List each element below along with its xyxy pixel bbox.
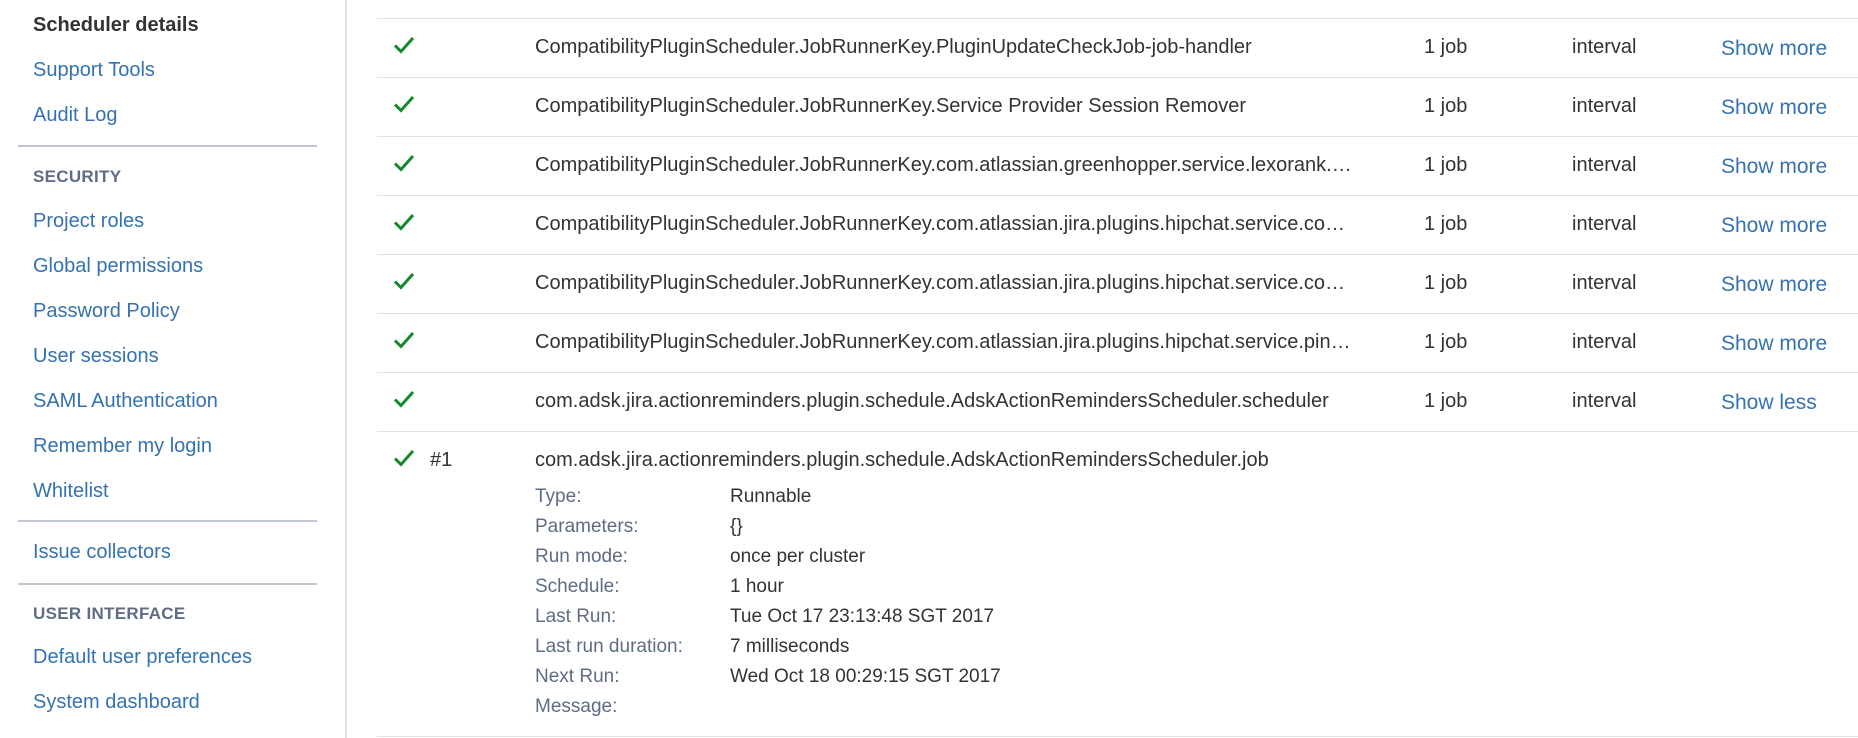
sidebar-divider xyxy=(18,520,317,522)
sidebar-divider xyxy=(18,583,317,585)
sidebar-item-audit-log[interactable]: Audit Log xyxy=(33,104,118,127)
sidebar-item-saml-authentication[interactable]: SAML Authentication xyxy=(33,390,218,413)
sidebar-item-password-policy[interactable]: Password Policy xyxy=(33,300,180,323)
sidebar-item-issue-collectors[interactable]: Issue collectors xyxy=(33,541,171,564)
detail-label-schedule: Schedule: xyxy=(535,576,620,597)
job-runner-key: CompatibilityPluginScheduler.JobRunnerKe… xyxy=(535,272,1346,294)
check-icon xyxy=(392,92,416,116)
schedule-type: interval xyxy=(1572,390,1637,412)
check-icon xyxy=(392,210,416,234)
row-divider xyxy=(377,254,1858,255)
detail-value-last-run-duration: 7 milliseconds xyxy=(730,636,850,657)
sidebar-item-project-roles[interactable]: Project roles xyxy=(33,210,144,233)
detail-label-last-run-duration: Last run duration: xyxy=(535,636,683,657)
job-runner-key: CompatibilityPluginScheduler.JobRunnerKe… xyxy=(535,331,1351,353)
job-runner-key: CompatibilityPluginScheduler.JobRunnerKe… xyxy=(535,95,1247,117)
show-more-link[interactable]: Show more xyxy=(1721,273,1827,297)
detail-value-run-mode: once per cluster xyxy=(730,546,866,567)
job-count: 1 job xyxy=(1424,331,1468,353)
check-icon xyxy=(392,446,416,470)
sidebar-item-whitelist[interactable]: Whitelist xyxy=(33,480,109,503)
row-divider xyxy=(377,313,1858,314)
sidebar-item-global-permissions[interactable]: Global permissions xyxy=(33,255,203,278)
detail-value-type: Runnable xyxy=(730,486,812,507)
detail-label-type: Type: xyxy=(535,486,582,507)
detail-value-parameters: {} xyxy=(730,516,743,537)
check-icon xyxy=(392,269,416,293)
schedule-type: interval xyxy=(1572,272,1637,294)
schedule-type: interval xyxy=(1572,331,1637,353)
job-runner-key: CompatibilityPluginScheduler.JobRunnerKe… xyxy=(535,36,1252,58)
row-divider xyxy=(377,736,1858,737)
row-divider xyxy=(377,136,1858,137)
job-runner-key: com.adsk.jira.actionreminders.plugin.sch… xyxy=(535,390,1329,412)
job-count: 1 job xyxy=(1424,390,1468,412)
check-icon xyxy=(392,33,416,57)
row-divider xyxy=(377,195,1858,196)
schedule-type: interval xyxy=(1572,154,1637,176)
detail-label-next-run: Next Run: xyxy=(535,666,620,687)
detail-label-run-mode: Run mode: xyxy=(535,546,628,567)
show-more-link[interactable]: Show more xyxy=(1721,155,1827,179)
sidebar-item-user-sessions[interactable]: User sessions xyxy=(33,345,159,368)
check-icon xyxy=(392,151,416,175)
job-runner-key: CompatibilityPluginScheduler.JobRunnerKe… xyxy=(535,213,1346,235)
check-icon xyxy=(392,387,416,411)
sidebar-heading-security: SECURITY xyxy=(33,167,122,186)
detail-label-last-run: Last Run: xyxy=(535,606,617,627)
show-more-link[interactable]: Show more xyxy=(1721,96,1827,120)
sidebar-item-scheduler-details[interactable]: Scheduler details xyxy=(33,14,199,37)
detail-label-message: Message: xyxy=(535,696,618,717)
sidebar-heading-user-interface: USER INTERFACE xyxy=(33,604,186,623)
schedule-type: interval xyxy=(1572,36,1637,58)
sidebar-item-support-tools[interactable]: Support Tools xyxy=(33,59,155,82)
job-name: com.adsk.jira.actionreminders.plugin.sch… xyxy=(535,449,1269,471)
row-divider xyxy=(377,372,1858,373)
scheduler-jobs-table: CompatibilityPluginScheduler.JobRunnerKe… xyxy=(347,0,1858,738)
detail-value-schedule: 1 hour xyxy=(730,576,784,597)
job-count: 1 job xyxy=(1424,154,1468,176)
detail-label-parameters: Parameters: xyxy=(535,516,639,537)
show-more-link[interactable]: Show more xyxy=(1721,332,1827,356)
sidebar-divider xyxy=(18,145,317,147)
job-count: 1 job xyxy=(1424,36,1468,58)
admin-sidebar: Scheduler details Support Tools Audit Lo… xyxy=(0,0,347,738)
show-more-link[interactable]: Show more xyxy=(1721,37,1827,61)
detail-value-next-run: Wed Oct 18 00:29:15 SGT 2017 xyxy=(730,666,1001,687)
schedule-type: interval xyxy=(1572,95,1637,117)
check-icon xyxy=(392,328,416,352)
sidebar-item-remember-my-login[interactable]: Remember my login xyxy=(33,435,212,458)
job-count: 1 job xyxy=(1424,272,1468,294)
row-divider xyxy=(377,18,1858,19)
row-divider xyxy=(377,431,1858,432)
sidebar-item-default-user-preferences[interactable]: Default user preferences xyxy=(33,646,252,669)
row-divider xyxy=(377,77,1858,78)
show-more-link[interactable]: Show more xyxy=(1721,214,1827,238)
detail-value-last-run: Tue Oct 17 23:13:48 SGT 2017 xyxy=(730,606,995,627)
show-less-link[interactable]: Show less xyxy=(1721,391,1817,415)
job-id: #1 xyxy=(430,449,453,471)
job-runner-key: CompatibilityPluginScheduler.JobRunnerKe… xyxy=(535,154,1352,176)
schedule-type: interval xyxy=(1572,213,1637,235)
sidebar-item-system-dashboard[interactable]: System dashboard xyxy=(33,691,200,714)
job-count: 1 job xyxy=(1424,213,1468,235)
job-count: 1 job xyxy=(1424,95,1468,117)
